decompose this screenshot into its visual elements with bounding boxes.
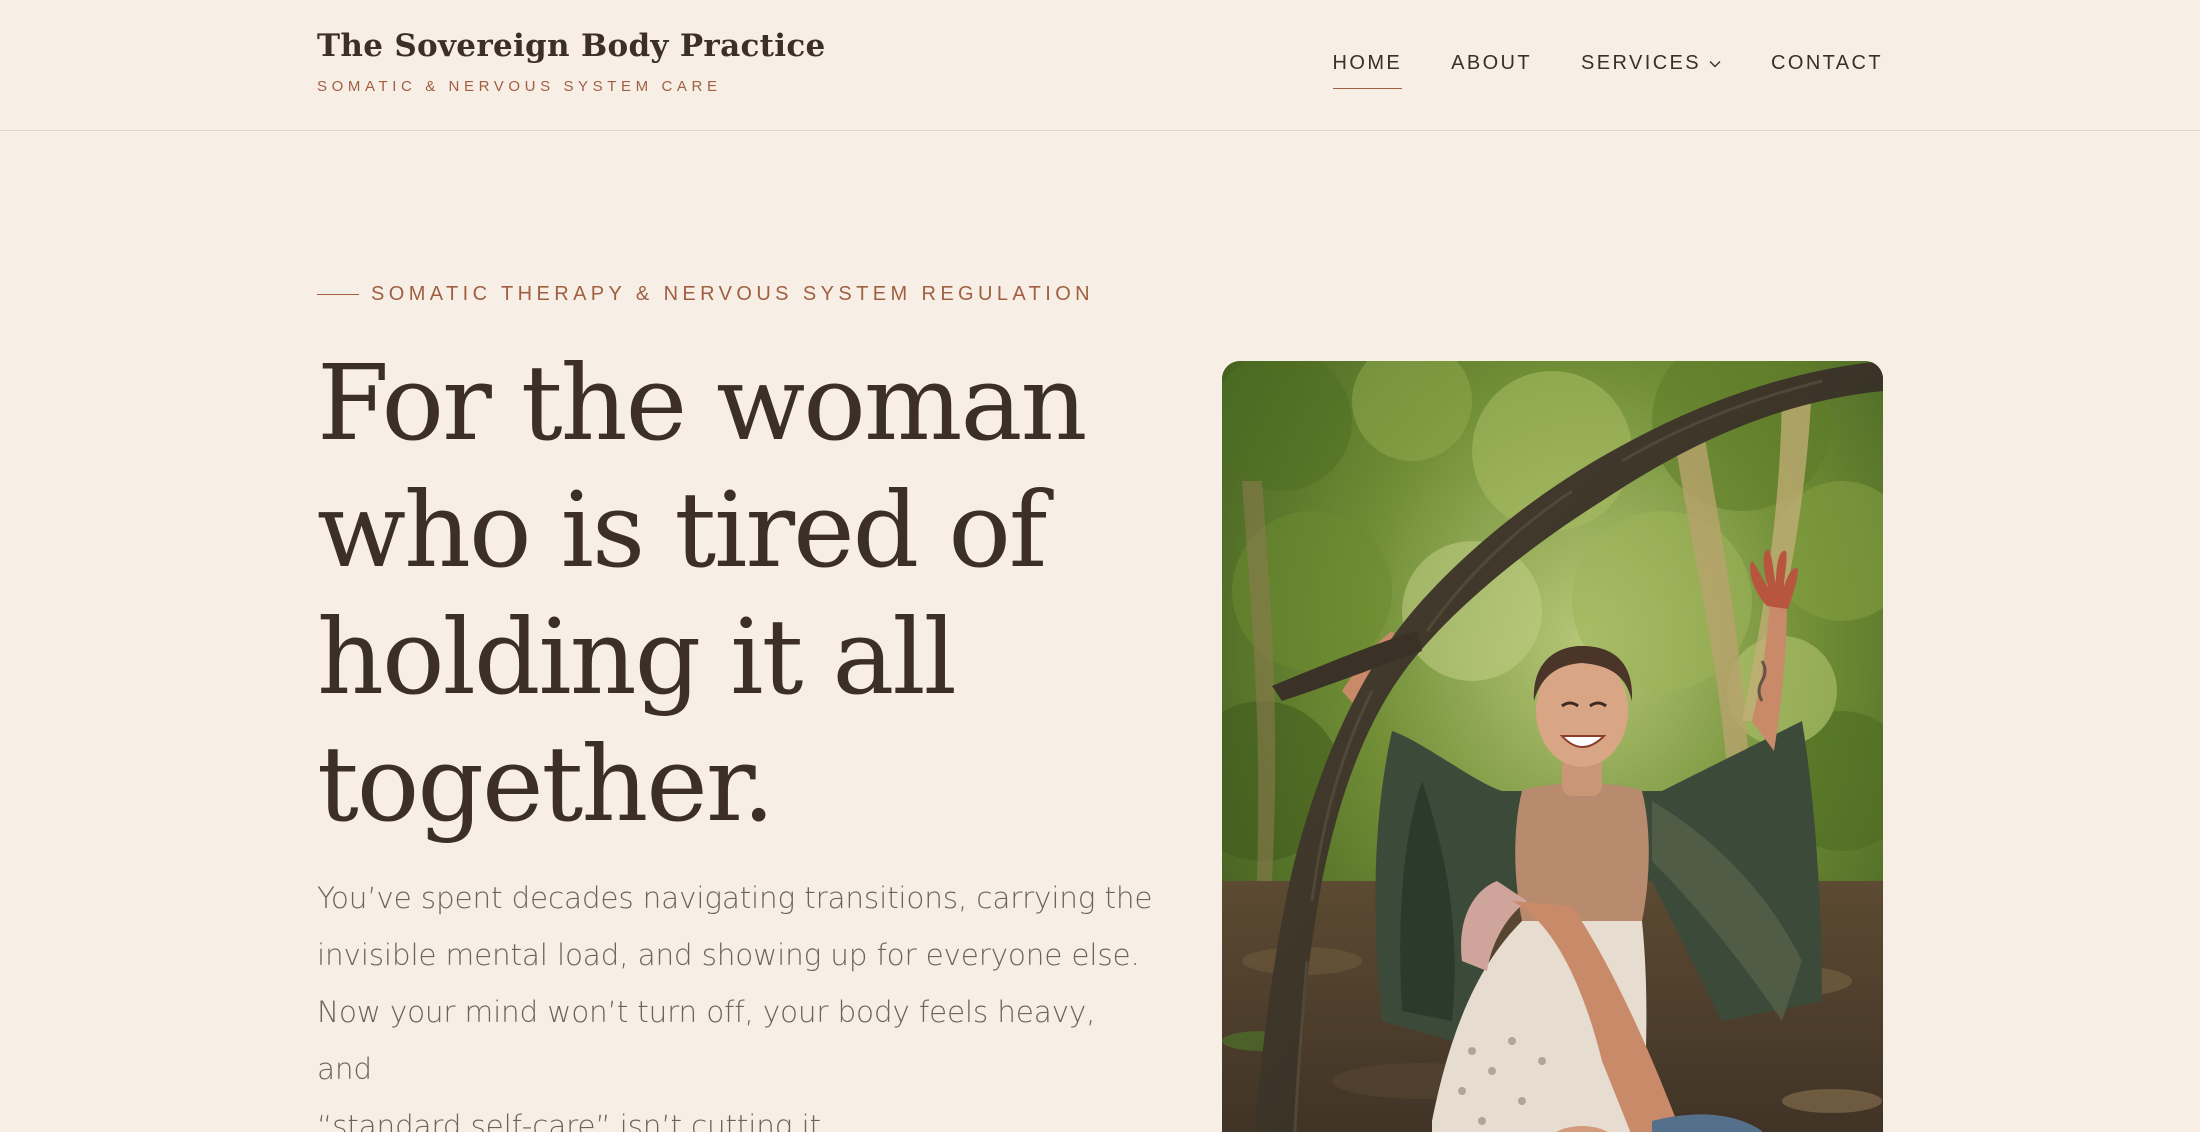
hero-eyebrow-text: SOMATIC THERAPY & NERVOUS SYSTEM REGULAT… <box>371 283 1095 305</box>
site-header: The Sovereign Body Practice SOMATIC & NE… <box>0 0 2200 131</box>
nav-item-contact[interactable]: CONTACT <box>1771 52 1883 89</box>
nav-item-about-label: ABOUT <box>1451 52 1533 74</box>
nav-item-services-label: SERVICES <box>1581 52 1702 74</box>
hero-eyebrow: SOMATIC THERAPY & NERVOUS SYSTEM REGULAT… <box>317 283 1094 306</box>
hero-heading-line: together. <box>317 723 775 845</box>
chevron-down-icon[interactable] <box>1708 54 1722 68</box>
hero-heading-line: For the woman <box>317 342 1087 464</box>
main-nav: HOME ABOUT SERVICES CONTACT <box>1332 52 1883 89</box>
hero-heading: For the woman who is tired of holding it… <box>317 340 1137 848</box>
woman-laughing-in-forest-photo <box>1222 361 1883 1132</box>
brand-tagline: SOMATIC & NERVOUS SYSTEM CARE <box>317 78 722 95</box>
nav-item-services[interactable]: SERVICES <box>1581 52 1722 89</box>
nav-item-home[interactable]: HOME <box>1332 52 1403 89</box>
hero-body-line: You’ve spent decades navigating transiti… <box>317 881 1153 915</box>
eyebrow-divider-line <box>317 293 359 296</box>
hero-body-text: You’ve spent decades navigating transiti… <box>317 870 1157 1132</box>
hero-heading-line: who is tired of <box>317 469 1047 591</box>
hero-body-line: “standard self-care” isn’t cutting it. <box>317 1109 830 1132</box>
brand-title[interactable]: The Sovereign Body Practice <box>317 28 826 64</box>
brand[interactable]: The Sovereign Body Practice SOMATIC & NE… <box>317 28 826 95</box>
nav-item-home-label: HOME <box>1332 52 1403 74</box>
hero-heading-line: holding it all <box>317 596 957 718</box>
hero-photo <box>1222 361 1883 1132</box>
nav-item-contact-label: CONTACT <box>1771 52 1883 74</box>
hero-body-line: invisible mental load, and showing up fo… <box>317 938 1140 972</box>
hero-body-line: Now your mind won’t turn off, your body … <box>317 995 1096 1086</box>
nav-item-about[interactable]: ABOUT <box>1451 52 1532 89</box>
